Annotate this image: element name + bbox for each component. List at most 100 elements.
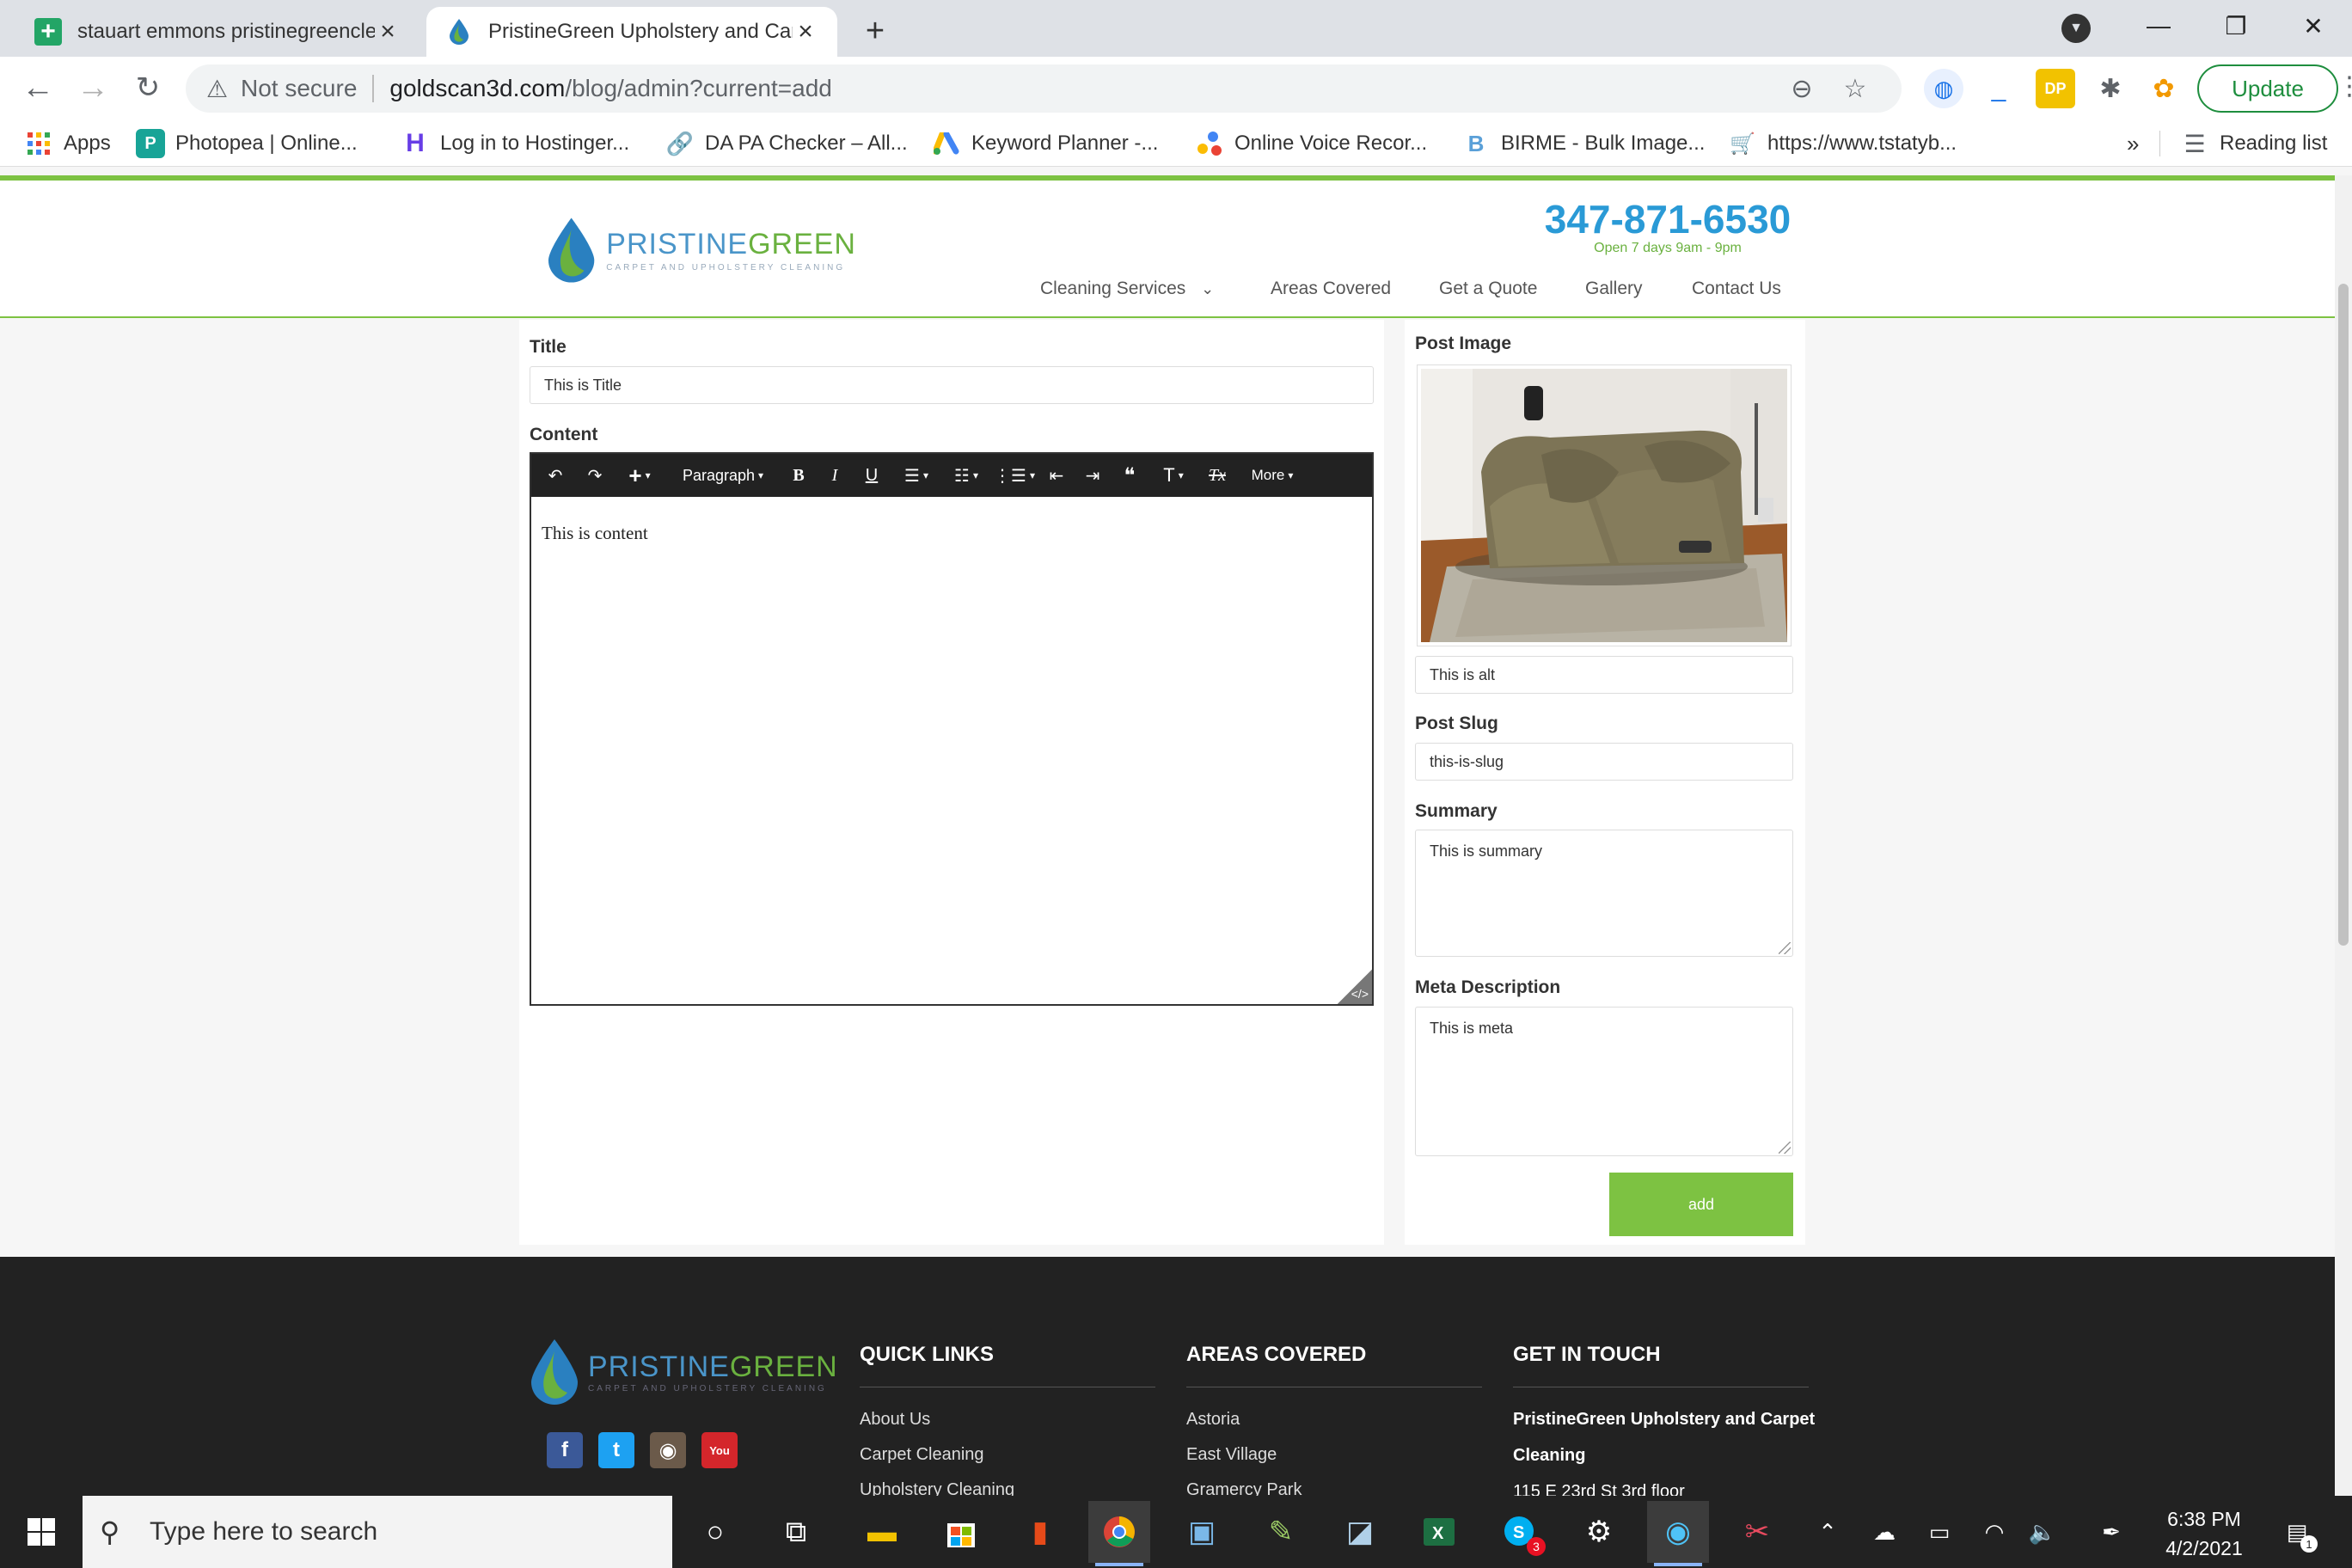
bookmark-tstat[interactable]: 🛒 https://www.tstatyb... [1728,120,1957,167]
url-text[interactable]: goldscan3d.com/blog/admin?current=add [389,75,831,102]
indent-icon[interactable]: ⇥ [1075,454,1111,497]
microsoft-store-icon[interactable] [930,1501,992,1563]
remote-desktop-icon[interactable]: ▣ [1171,1501,1233,1563]
scrollbar-thumb[interactable] [2338,284,2349,946]
warning-icon[interactable]: ⚠ [206,75,232,103]
insert-plus-icon[interactable]: + ▾ [614,454,665,497]
cortana-icon[interactable]: ○ [684,1501,746,1563]
notepad-icon[interactable]: ✎ [1250,1501,1312,1563]
new-tab-button[interactable]: + [851,7,899,55]
restore-icon[interactable]: ❐ [2197,0,2275,52]
menu-contact-us[interactable]: Contact Us [1692,279,1781,299]
outdent-icon[interactable]: ⇤ [1038,454,1075,497]
reading-list-button[interactable]: ☰ Reading list [2180,120,2327,167]
tab-sheets[interactable]: + stauart emmons pristinegreenclea × [15,7,420,57]
address-bar[interactable]: ⚠ Not secure goldscan3d.com/blog/admin?c… [186,64,1902,113]
onedrive-icon[interactable]: ☁ [1865,1513,1903,1551]
chrome-icon[interactable] [1088,1501,1150,1566]
reload-icon[interactable]: ↻ [124,64,172,112]
bookmarks-overflow-button[interactable]: » [2127,120,2139,167]
close-icon[interactable]: × [793,17,818,46]
zoom-icon[interactable]: ⊖ [1778,64,1826,113]
excel-icon[interactable]: X [1408,1501,1470,1563]
minimize-icon[interactable]: — [2120,0,2197,52]
bold-button[interactable]: B [781,454,817,497]
redo-icon[interactable]: ↷ [576,454,614,497]
notifications-icon[interactable]: ▤ 1 [2278,1513,2318,1553]
bookmark-dapa[interactable]: 🔗 DA PA Checker – All... [665,120,908,167]
italic-button[interactable]: I [817,454,853,497]
underline-button[interactable]: U [853,454,891,497]
update-button[interactable]: Update [2197,64,2338,113]
menu-areas-covered[interactable]: Areas Covered [1271,279,1391,299]
taskbar-search-box[interactable]: ⚲ Type here to search [83,1496,672,1568]
post-image-preview[interactable] [1417,364,1792,646]
more-options-dropdown[interactable]: More ▾ [1236,454,1308,497]
close-window-icon[interactable]: ✕ [2275,0,2352,52]
footer-link-carpet-cleaning[interactable]: Carpet Cleaning [860,1445,984,1465]
globe-extension-icon[interactable]: ◍ [1924,69,1963,108]
footer-link-about-us[interactable]: About Us [860,1410,930,1430]
bookmark-keyword-planner[interactable]: Keyword Planner -... [932,120,1158,167]
pen-icon[interactable]: ✒ [2092,1513,2130,1551]
minimize-extension-icon[interactable]: _ [1979,69,2018,108]
rich-text-editor[interactable]: ↶ ↷ + ▾ Paragraph ▾ B I U ☰ ▾ ☷ ▾ ⋮☰ ▾ ⇤ ⇥ ❝ … [530,452,1374,1006]
phone-number[interactable]: 347-871-6530 [1539,196,1797,242]
page-scrollbar[interactable] [2335,175,2352,1496]
bookmark-star-icon[interactable]: ☆ [1831,64,1879,113]
clear-formatting-icon[interactable]: Tx [1198,454,1236,497]
align-icon[interactable]: ☰ ▾ [891,454,942,497]
alt-text-input[interactable]: This is alt [1415,656,1793,694]
windows-start-icon[interactable] [0,1496,83,1568]
menu-get-a-quote[interactable]: Get a Quote [1439,279,1537,299]
paragraph-format-dropdown[interactable]: Paragraph ▾ [665,454,781,497]
quote-icon[interactable]: ❝ [1111,454,1148,497]
battery-icon[interactable]: ▭ [1920,1513,1958,1551]
summary-textarea[interactable]: This is summary [1415,830,1793,957]
snip-tool-icon[interactable]: ◪ [1329,1501,1391,1563]
title-input[interactable]: This is Title [530,366,1374,404]
menu-gallery[interactable]: Gallery [1585,279,1643,299]
twitter-icon[interactable]: t [598,1432,634,1468]
numbered-list-icon[interactable]: ⋮☰ ▾ [990,454,1038,497]
footer-area-astoria[interactable]: Astoria [1186,1410,1240,1430]
bookmark-voice-recorder[interactable]: Online Voice Recor... [1195,120,1427,167]
menu-cleaning-services[interactable]: Cleaning Services ⌄ [1040,279,1214,299]
more-menu-icon[interactable]: ⋮ [2337,74,2352,100]
file-explorer-icon[interactable]: ▬ [851,1501,913,1563]
wifi-icon[interactable]: ◠ [1975,1513,2013,1551]
tab-search-icon[interactable]: ▼ [2061,14,2091,43]
taskbar-clock[interactable]: 6:38 PM 4/2/2021 [2135,1504,2273,1563]
volume-icon[interactable]: 🔈 [2024,1513,2061,1551]
footer-logo[interactable]: PRISTINEGREEN CARPET AND UPHOLSTERY CLEA… [530,1339,838,1405]
bookmark-hostinger[interactable]: H Log in to Hostinger... [401,120,629,167]
skype-icon[interactable]: S 3 [1489,1501,1551,1563]
undo-icon[interactable]: ↶ [535,454,576,497]
task-view-icon[interactable]: ⧉ [765,1501,827,1563]
facebook-icon[interactable]: f [547,1432,583,1468]
snipping-scissors-icon[interactable]: ✂ [1726,1501,1788,1563]
tab-pristinegreen[interactable]: PristineGreen Upholstery and Carp × [426,7,837,57]
site-logo[interactable]: PRISTINEGREEN CARPET AND UPHOLSTERY CLEA… [547,215,856,285]
resize-handle-icon[interactable] [1779,942,1791,954]
post-slug-input[interactable]: this-is-slug [1415,743,1793,781]
editor-content[interactable]: This is content [542,523,648,544]
security-status[interactable]: Not secure [241,75,357,102]
settings-gear-icon[interactable]: ⚙ [1568,1501,1630,1563]
bookmark-photopea[interactable]: P Photopea | Online... [136,120,358,167]
youtube-icon[interactable]: You [701,1432,738,1468]
messaging-app-icon[interactable]: ◉ [1647,1501,1709,1566]
bookmark-birme[interactable]: B BIRME - Bulk Image... [1461,120,1706,167]
bullet-list-icon[interactable]: ☷ ▾ [942,454,990,497]
instagram-icon[interactable]: ◉ [650,1432,686,1468]
tray-chevron-up-icon[interactable]: ⌃ [1809,1513,1847,1551]
bookmark-apps[interactable]: Apps [24,120,111,167]
add-button[interactable]: add [1609,1173,1793,1236]
dp-extension-icon[interactable]: DP [2036,69,2075,108]
footer-area-east-village[interactable]: East Village [1186,1445,1277,1465]
code-view-icon[interactable]: </> [1338,970,1372,1004]
flower-extension-icon[interactable]: ✿ [2144,69,2184,108]
office-icon[interactable]: ▮ [1009,1501,1071,1563]
meta-description-textarea[interactable]: This is meta [1415,1007,1793,1156]
resize-handle-icon[interactable] [1779,1142,1791,1154]
